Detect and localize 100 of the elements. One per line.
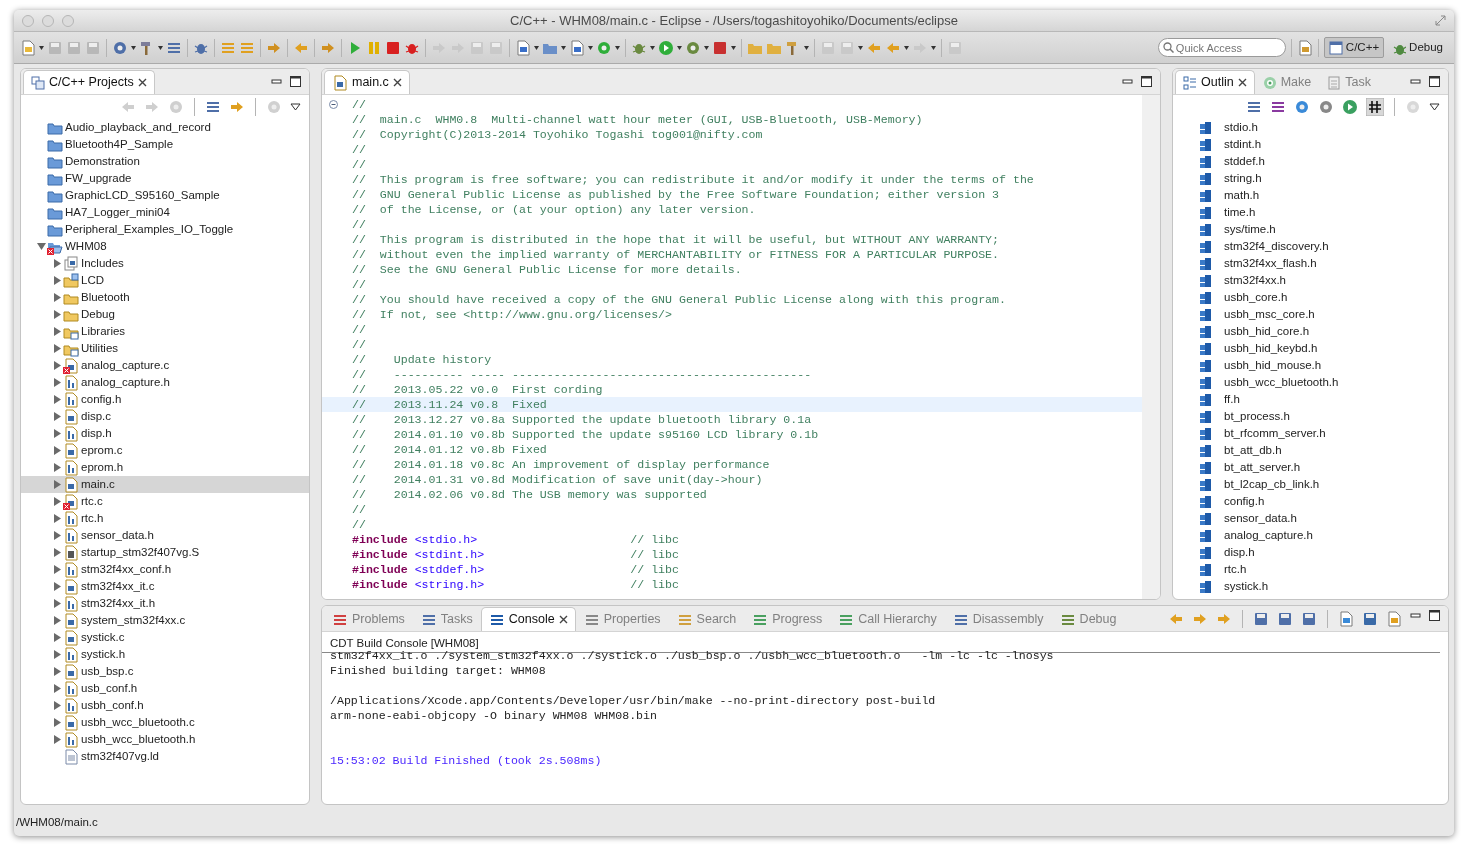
collapsed-arrow-icon[interactable] [52,650,62,659]
tree-row[interactable]: FW_upgrade [21,170,309,187]
tree-row[interactable]: stm32f407vg.ld [21,748,309,765]
dropdown-caret-icon[interactable] [131,45,136,50]
collapsed-arrow-icon[interactable] [52,293,62,302]
tree-row[interactable]: startup_stm32f407vg.S [21,544,309,561]
outline-item[interactable]: stdio.h [1224,118,1258,137]
close-icon[interactable] [1237,78,1247,87]
outline-item[interactable]: usbh_hid_core.h [1224,322,1310,341]
view-tab[interactable]: Outlin [1175,70,1255,94]
tree-row[interactable]: analog_capture.h [21,374,309,391]
tree-row[interactable]: usbh_conf.h [21,697,309,714]
collapsed-arrow-icon[interactable] [52,480,62,489]
view-tab[interactable]: main.c [324,70,410,94]
tree-row[interactable]: Utilities [21,340,309,357]
view-tab[interactable]: Search [668,607,745,631]
collapsed-arrow-icon[interactable] [52,276,62,285]
save-icon[interactable] [1277,610,1293,627]
collapsed-arrow-icon[interactable] [52,463,62,472]
tree-row[interactable]: usbh_wcc_bluetooth.c [21,714,309,731]
outline-item[interactable]: stm32f4xx_flash.h [1224,254,1317,273]
tree-row[interactable]: Includes [21,255,309,272]
outline-item[interactable]: systick.h [1224,577,1269,596]
tree-row[interactable]: stm32f4xx_conf.h [21,561,309,578]
outline-item[interactable]: stddef.h [1224,152,1265,171]
collapsed-arrow-icon[interactable] [52,616,62,625]
expanded-arrow-icon[interactable] [36,242,46,251]
collapsed-arrow-icon[interactable] [52,684,62,693]
tree-row[interactable]: GraphicLCD_S95160_Sample [21,187,309,204]
collapsed-arrow-icon[interactable] [52,514,62,523]
outline-item[interactable]: bt_att_db.h [1224,441,1282,460]
dropdown-caret-icon[interactable] [615,45,620,50]
dropdown-caret-icon[interactable] [39,45,44,50]
collapsed-arrow-icon[interactable] [52,361,62,370]
tree-row[interactable]: usb_conf.h [21,680,309,697]
maximize-icon[interactable] [290,76,301,87]
collapsed-arrow-icon[interactable] [52,667,62,676]
outline-item[interactable]: bt_rfcomm_server.h [1224,424,1326,443]
view-tab[interactable]: Console [480,607,576,631]
tree-row[interactable]: analog_capture.c [21,357,309,374]
collapsed-arrow-icon[interactable] [52,718,62,727]
outline-item[interactable]: stm32f4xx.h [1224,271,1286,290]
outline-item[interactable]: usbh_core.h [1224,288,1288,307]
list-icon[interactable] [1270,99,1286,115]
view-tab[interactable]: Debug [1051,607,1125,631]
tree-row[interactable]: Bluetooth4P_Sample [21,136,309,153]
tree-row[interactable]: rtc.h [21,510,309,527]
close-icon[interactable] [392,78,402,87]
perspective-button[interactable]: Debug [1387,36,1448,59]
dropdown-caret-icon[interactable] [158,45,163,50]
collapsed-arrow-icon[interactable] [52,701,62,710]
tree-row[interactable]: eprom.h [21,459,309,476]
collapsed-arrow-icon[interactable] [52,344,62,353]
outline-item[interactable]: ff.h [1224,390,1240,409]
collapsed-arrow-icon[interactable] [52,565,62,574]
dropdown-caret-icon[interactable] [904,45,909,50]
stop-icon[interactable] [712,39,728,56]
dropdown-caret-icon[interactable] [858,45,863,50]
outline-item[interactable]: usbh_msc_core.h [1224,305,1315,324]
collapsed-arrow-icon[interactable] [52,259,62,268]
outline-item[interactable]: string.h [1224,169,1262,188]
tree-row[interactable]: HA7_Logger_mini04 [21,204,309,221]
maximize-icon[interactable] [1429,609,1440,621]
outline-item[interactable]: bt_l2cap_cb_link.h [1224,475,1320,494]
tree-row[interactable]: LCD [21,272,309,289]
collapsed-arrow-icon[interactable] [52,548,62,557]
collapsed-arrow-icon[interactable] [52,531,62,540]
outline-item[interactable]: analog_capture.h [1224,526,1313,545]
view-menu-icon[interactable] [1429,103,1440,111]
view-menu-icon[interactable] [290,103,301,111]
document-icon[interactable] [569,39,585,56]
tree-row[interactable]: Audio_playback_and_record [21,119,309,136]
tree-row[interactable]: WHM08 [21,238,309,255]
collapsed-arrow-icon[interactable] [52,395,62,404]
collapse-fold-icon[interactable] [328,100,338,109]
outline-item[interactable]: config.h [1224,492,1265,511]
gear-icon[interactable] [1294,99,1310,115]
save-icon[interactable] [1301,610,1317,627]
tree-row[interactable]: sensor_data.h [21,527,309,544]
outline-item[interactable]: usbh_hid_mouse.h [1224,356,1322,375]
document-icon[interactable] [515,39,531,56]
document-icon[interactable] [1338,610,1354,627]
tree-row[interactable]: systick.h [21,646,309,663]
document-icon[interactable] [1386,610,1402,627]
save-icon[interactable] [1362,610,1378,627]
maximize-icon[interactable] [1429,76,1440,87]
close-icon[interactable] [137,78,147,87]
tree-row[interactable]: Peripheral_Examples_IO_Toggle [21,221,309,238]
outline-item[interactable]: sys/time.h [1224,220,1276,239]
outline-item[interactable]: time.h [1224,203,1256,222]
collapsed-arrow-icon[interactable] [52,327,62,336]
hash-icon[interactable] [1366,98,1384,116]
outline-item[interactable]: usbh_hid_keybd.h [1224,339,1318,358]
dropdown-caret-icon[interactable] [931,45,936,50]
tree-row[interactable]: Bluetooth [21,289,309,306]
fullscreen-icon[interactable] [1435,15,1446,26]
collapsed-arrow-icon[interactable] [52,429,62,438]
perspective-button[interactable]: C/C++ [1323,36,1385,59]
collapsed-arrow-icon[interactable] [52,497,62,506]
dropdown-caret-icon[interactable] [731,45,736,50]
